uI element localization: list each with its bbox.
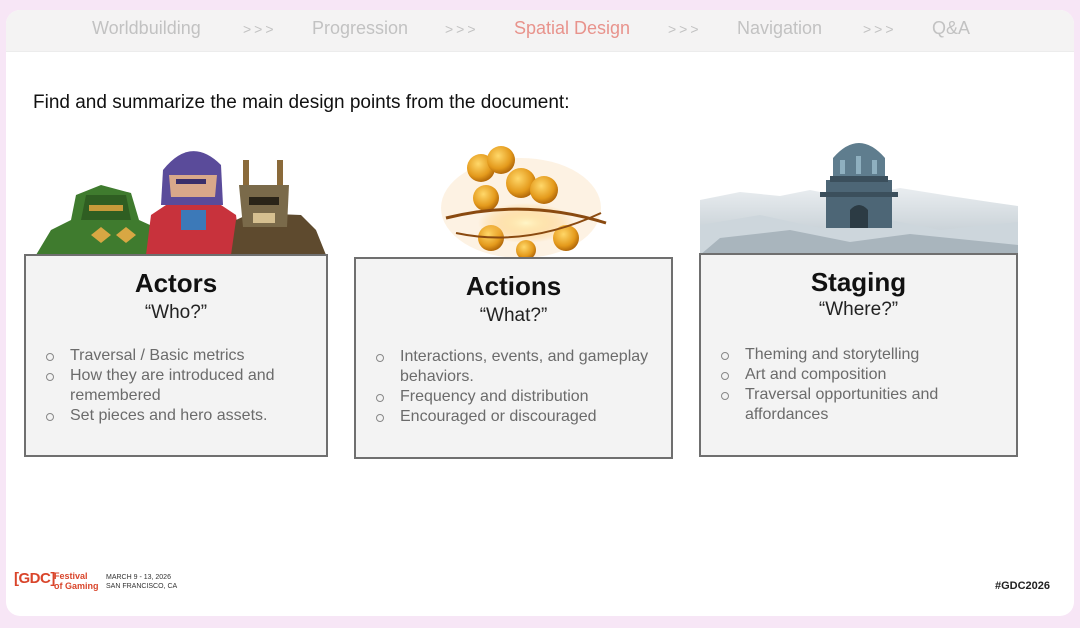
- event-location: SAN FRANCISCO, CA: [106, 583, 178, 590]
- golden-energy-orbs-illustration: [441, 146, 607, 260]
- list-item: Encouraged or discouraged: [374, 407, 664, 427]
- gdc-logo-mark: [GDC]: [14, 570, 55, 587]
- snowy-observatory-landscape: [700, 143, 1018, 255]
- staging-card: Staging “Where?” Theming and storytellin…: [699, 253, 1018, 457]
- character-figures-illustration: [36, 151, 326, 255]
- list-item: Traversal opportunities and affordances: [719, 385, 1009, 425]
- festival-of-gaming-wordmark: Festival of Gaming: [54, 571, 99, 591]
- nav-separator: >>>: [863, 21, 897, 37]
- nav-item-progression[interactable]: Progression: [312, 18, 408, 39]
- nav-item-spatial-design-active[interactable]: Spatial Design: [514, 18, 630, 39]
- list-item: Theming and storytelling: [719, 345, 1009, 365]
- nav-item-qa[interactable]: Q&A: [932, 18, 970, 39]
- card-title: Actors: [134, 268, 218, 298]
- nav-separator: >>>: [668, 21, 702, 37]
- list-item: Art and composition: [719, 365, 1009, 385]
- actors-card: Actors “Who?” Traversal / Basic metrics …: [24, 254, 328, 457]
- nav-item-navigation[interactable]: Navigation: [737, 18, 822, 39]
- list-item: Frequency and distribution: [374, 387, 664, 407]
- card-title: Actions: [465, 271, 562, 301]
- slide: Worldbuilding >>> Progression >>> Spatia…: [6, 10, 1074, 616]
- card-title: Staging: [810, 267, 907, 297]
- event-hashtag: #GDC2026: [994, 580, 1050, 592]
- list-item: Interactions, events, and gameplay behav…: [374, 347, 664, 387]
- list-item: Traversal / Basic metrics: [44, 346, 314, 366]
- card-bullet-list: Traversal / Basic metrics How they are i…: [44, 346, 314, 426]
- festival-line-2: of Gaming: [54, 581, 99, 591]
- card-bullet-list: Interactions, events, and gameplay behav…: [374, 347, 664, 427]
- list-item: How they are introduced and remembered: [44, 366, 314, 406]
- card-bullet-list: Theming and storytelling Art and composi…: [719, 345, 1009, 425]
- card-subtitle: “What?”: [479, 305, 548, 326]
- nav-separator: >>>: [445, 21, 479, 37]
- nav-item-worldbuilding[interactable]: Worldbuilding: [92, 18, 201, 39]
- event-date-range: MARCH 9 - 13, 2026: [106, 574, 171, 581]
- actions-card: Actions “What?” Interactions, events, an…: [354, 257, 673, 459]
- slide-prompt: Find and summarize the main design point…: [33, 92, 570, 113]
- card-subtitle: “Who?”: [144, 302, 208, 323]
- festival-line-1: Festival: [54, 571, 88, 581]
- card-subtitle: “Where?”: [818, 299, 899, 320]
- list-item: Set pieces and hero assets.: [44, 406, 314, 426]
- nav-separator: >>>: [243, 21, 277, 37]
- section-nav-bar: Worldbuilding >>> Progression >>> Spatia…: [6, 10, 1074, 52]
- event-dates: MARCH 9 - 13, 2026 SAN FRANCISCO, CA: [106, 573, 216, 591]
